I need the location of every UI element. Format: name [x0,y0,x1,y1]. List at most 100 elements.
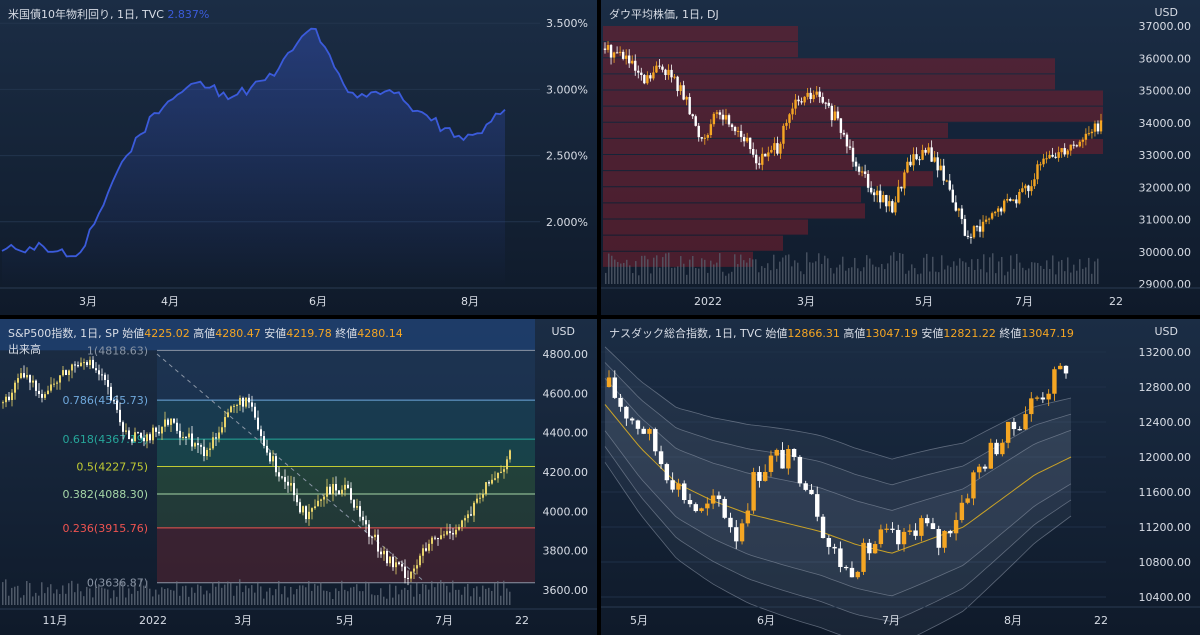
sp500-candle-body [422,548,424,556]
dow-volume-profile-band-4 [603,90,1103,106]
nasdaq-candle-body [647,429,652,434]
sp500-volume-bar [113,590,115,605]
sp500-volume-bar [341,580,343,605]
nasdaq-chart[interactable]: ナスダック総合指数, 1日, TVC 始値12866.31 高値13047.19… [601,319,1200,635]
sp500-candle-body [107,380,109,387]
sp500-volume-bar [47,587,49,605]
sp500-volume-bar [281,594,283,605]
sp500-volume-bar [173,590,175,605]
sp500-volume-bar [110,598,112,605]
sp500-volume-bar [494,583,496,605]
dow-volume-bar [812,262,814,284]
nasdaq-y-tick-6: 10800.00 [1139,556,1192,569]
nasdaq-candle-body [670,480,675,490]
dow-candle-body [912,154,915,166]
dow-volume-bar [677,266,679,284]
sp500-close-value: 4280.14 [357,327,403,340]
sp500-volume-bar [449,592,451,605]
dow-candle-body [682,85,685,100]
dow-x-tick-0: 2022 [694,295,722,308]
sp500-candle-body [374,534,376,538]
sp500-candle-body [266,445,268,453]
dow-candle-body [748,137,752,150]
dow-chart[interactable]: ダウ平均株価, 1日, DJ USD 37000.00 36000.00 35000… [601,0,1200,315]
dow-volume-bar [632,273,634,284]
sp500-x-tick-1: 2022 [139,614,167,627]
sp500-candle-body [443,534,445,536]
dow-y-tick-5: 32000.00 [1139,181,1192,194]
sp500-candle-body [2,402,4,404]
sp500-candle-body [182,436,184,438]
sp500-volume-bar [71,580,73,605]
dow-candle-body [951,189,955,203]
dow-volume-bar [1088,257,1090,284]
dow-y-tick-8: 29000.00 [1139,278,1192,291]
dow-volume-profile-band-10 [603,187,861,203]
dow-volume-bar [788,254,790,284]
dow-volume-bar [1076,270,1078,284]
sp500-candle-body [314,506,316,509]
sp500-candle-body [77,364,79,367]
sp500-candle-body [143,437,145,442]
dow-candle-body [996,208,1000,212]
dow-volume-bar [875,266,877,284]
sp500-volume-bar [401,589,403,605]
sp500-candle-body [167,419,169,425]
sp500-volume-bar [293,594,295,605]
dow-volume-bar [1016,253,1018,284]
sp500-fib-label-1: 0.786(4565.73) [62,394,148,407]
nasdaq-candle-body [658,451,664,465]
sp500-volume-bar [485,588,487,605]
nasdaq-candle-body [867,542,872,554]
dow-candle-body [821,96,824,103]
dow-candle-body [667,69,670,76]
sp500-candle-body [155,427,157,432]
dow-candle-body [882,195,885,203]
dow-candle-body [1036,164,1039,180]
sp500-volume-bar [290,586,292,605]
sp500-open-value: 4225.02 [144,327,190,340]
dow-candle-body [727,115,731,125]
sp500-candle-body [506,459,508,470]
dow-candle-body [815,91,818,95]
sp500-volume-bar [383,596,385,605]
nasdaq-candle-body [1005,421,1011,443]
sp500-chart[interactable]: S&P500指数, 1日, SP 始値4225.02 高値4280.47 安値4… [0,319,597,635]
nasdaq-candle-body [907,530,913,532]
dow-candle-body [649,75,652,79]
sp500-volume-bar [224,584,226,605]
nasdaq-candle-body [820,516,826,539]
nasdaq-candle-body [959,502,965,521]
dow-candle-body [739,130,743,137]
dow-volume-profile-band-9 [603,171,933,187]
dow-volume-bar [776,268,778,284]
dow-candle-body [900,186,903,189]
sp500-volume-bar [350,587,352,605]
dow-candle-body [1012,199,1015,201]
sp500-candle-body [203,446,205,457]
nasdaq-candle-body [994,442,999,455]
dow-candle-body [797,99,800,102]
sp500-candle-body [8,396,10,401]
sp500-y-tick-4: 4000.00 [543,505,589,518]
us10y-plot-svg: 3.500% 3.000% 2.500% 2.000% 3月 4月 6月 8月 [0,17,597,308]
dow-candle-body [685,97,688,100]
sp500-fib-label-4: 0.382(4088.30) [62,488,148,501]
sp500-volume-bar [143,585,145,605]
dow-volume-bar [635,261,637,284]
us10y-yield-chart[interactable]: 米国債10年物利回り, 1日, TVC 2.837% 3.500% 3.000% 2… [0,0,597,315]
sp500-volume-bar [29,583,31,605]
dow-volume-bar [815,261,817,284]
sp500-candle-body [17,378,19,383]
dow-title: ダウ平均株価, 1日, DJ [609,6,719,22]
sp500-volume-bar [269,587,271,605]
dow-volume-bar [944,269,946,284]
dow-volume-bar [656,255,658,284]
nasdaq-candle-body [1029,398,1034,415]
dow-volume-bar [1019,262,1021,284]
sp500-fib-label-5: 0.236(3915.76) [62,522,148,535]
dow-volume-bar [836,267,838,284]
sp500-volume-bar [125,597,127,605]
dow-volume-bar [752,259,754,284]
sp500-plot-svg: 1(4818.63)0.786(4565.73)0.618(4367.19)0.… [0,319,597,627]
